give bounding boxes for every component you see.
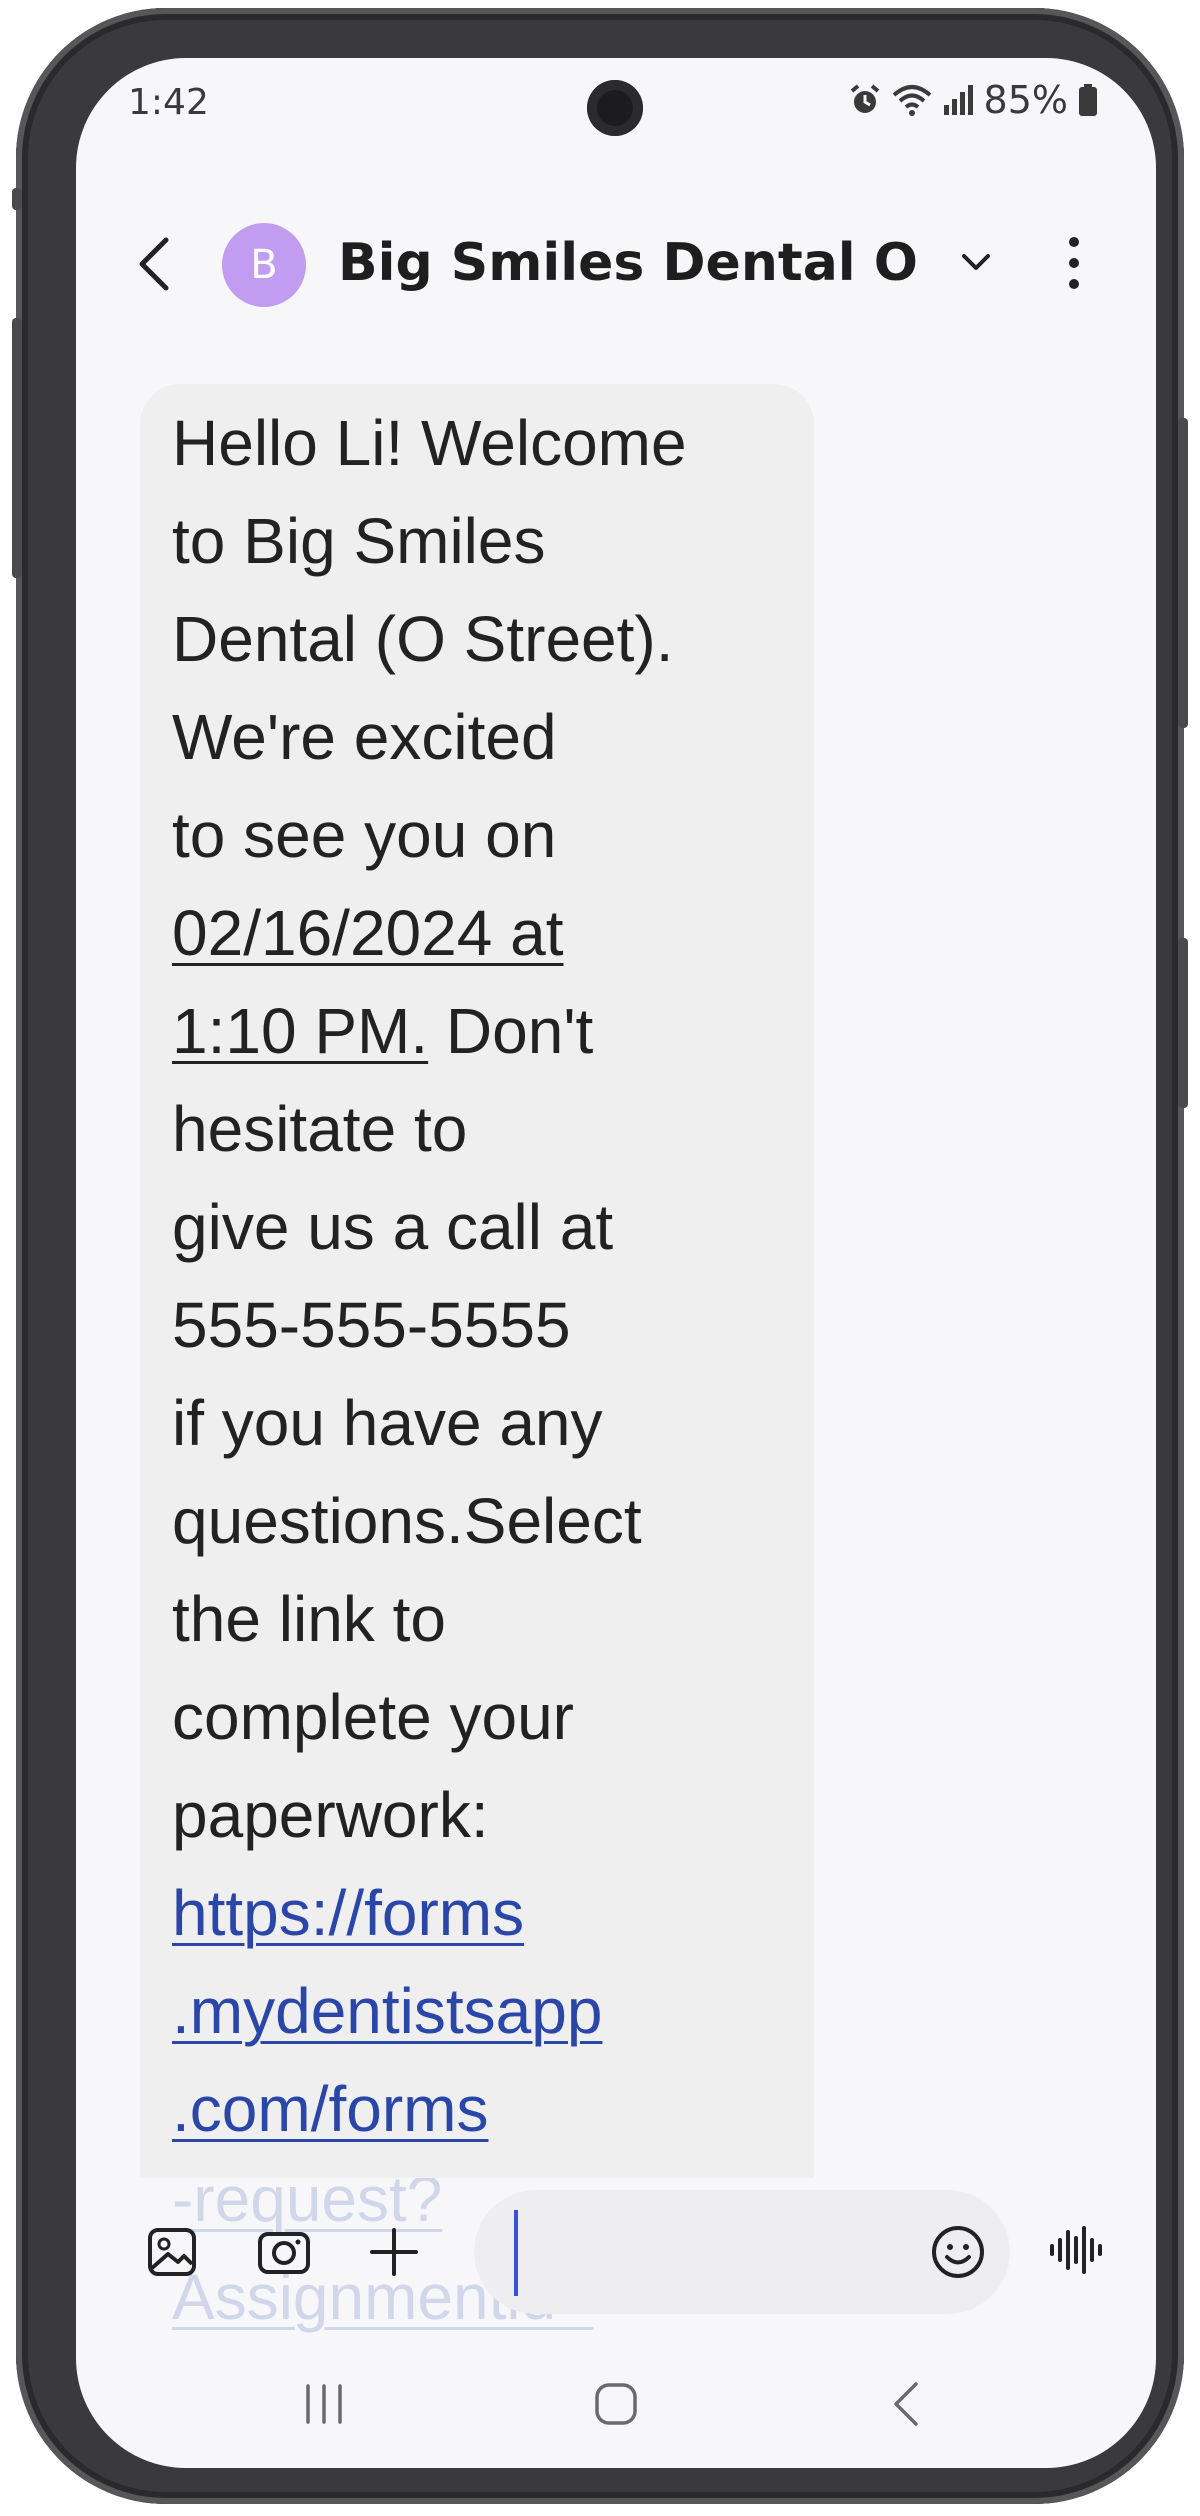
message-line: complete your <box>172 1681 574 1753</box>
message-list[interactable]: Hello Li! Welcome to Big Smiles Dental (… <box>76 358 1156 2178</box>
paperwork-link[interactable]: https://forms <box>172 1877 524 1949</box>
paperwork-link[interactable]: -request? <box>172 2171 442 2178</box>
message-line: if you have any <box>172 1387 603 1459</box>
avatar[interactable]: B <box>222 223 306 307</box>
message-text: Hello Li! Welcome to Big Smiles Dental (… <box>172 394 792 2178</box>
volume-button <box>1178 418 1188 728</box>
camera-icon[interactable] <box>256 2224 312 2280</box>
back-icon[interactable] <box>882 2378 934 2430</box>
plus-icon[interactable] <box>366 2224 422 2280</box>
emoji-icon[interactable] <box>928 2222 988 2282</box>
side-button <box>12 318 22 578</box>
message-line: paperwork: <box>172 1779 489 1851</box>
more-options-button[interactable] <box>1054 230 1094 296</box>
phone-number[interactable]: 555-555-5555 <box>172 1276 792 1374</box>
front-camera <box>587 80 643 136</box>
phone-frame: 1:42 85% B Big Smiles Dental O Hello Li!… <box>12 8 1188 2504</box>
gallery-icon[interactable] <box>144 2224 200 2280</box>
text-cursor <box>514 2210 518 2296</box>
message-line: hesitate to <box>172 1093 468 1165</box>
status-time: 1:42 <box>128 82 209 123</box>
status-bar: 1:42 85% <box>76 58 1156 168</box>
paperwork-link[interactable]: .mydentistsapp <box>172 1975 602 2047</box>
alarm-icon <box>848 83 882 117</box>
signal-icon <box>942 83 974 117</box>
message-input[interactable] <box>474 2190 1010 2314</box>
home-icon[interactable] <box>590 2378 642 2430</box>
message-line: We're excited <box>172 701 557 773</box>
battery-icon <box>1078 83 1098 117</box>
navigation-bar <box>76 2348 1156 2458</box>
message-fragment: Don't <box>428 995 594 1067</box>
message-line: Hello Li! Welcome <box>172 407 687 479</box>
side-button <box>12 188 22 210</box>
contact-name[interactable]: Big Smiles Dental O S... <box>338 232 928 294</box>
status-icons: 85% <box>848 78 1098 122</box>
message-line: to see you on <box>172 799 557 871</box>
message-bubble[interactable]: Hello Li! Welcome to Big Smiles Dental (… <box>140 384 814 2178</box>
appointment-date-link[interactable]: 02/16/2024 at <box>172 897 563 969</box>
message-line: to Big Smiles <box>172 505 546 577</box>
back-button[interactable] <box>130 234 178 294</box>
battery-percent: 85% <box>983 78 1068 122</box>
message-line: questions.Select <box>172 1485 642 1557</box>
message-line: Dental (O Street). <box>172 603 674 675</box>
conversation-header: B Big Smiles Dental O S... <box>76 208 1156 318</box>
message-composer <box>76 2178 1156 2318</box>
recent-apps-icon[interactable] <box>298 2378 350 2430</box>
voice-input-icon[interactable] <box>1048 2226 1104 2274</box>
appointment-time-link[interactable]: 1:10 PM. <box>172 995 428 1067</box>
wifi-icon <box>892 83 932 117</box>
paperwork-link[interactable]: .com/forms <box>172 2073 488 2145</box>
chevron-down-icon[interactable] <box>956 242 996 282</box>
message-line: give us a call at <box>172 1191 614 1263</box>
power-button <box>1178 938 1188 1108</box>
screen: 1:42 85% B Big Smiles Dental O Hello Li!… <box>76 58 1156 2468</box>
message-line: the link to <box>172 1583 446 1655</box>
